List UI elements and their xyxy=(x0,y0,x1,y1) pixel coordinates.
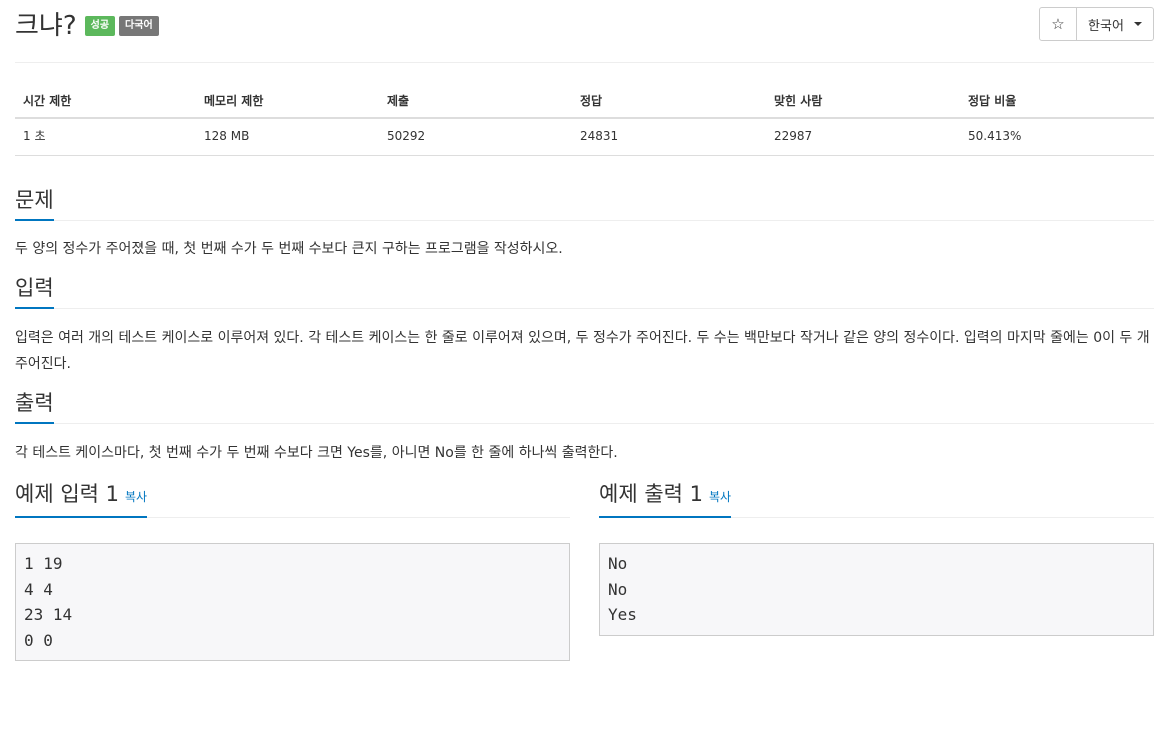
sample-output-box[interactable]: No No Yes xyxy=(599,543,1154,636)
sample-input-title-text: 예제 입력 1 xyxy=(15,482,119,506)
header-accept-ratio: 정답 비율 xyxy=(960,86,1154,119)
sample-output-title-text: 예제 출력 1 xyxy=(599,482,703,506)
header-accepted: 정답 xyxy=(572,86,766,119)
favorite-button[interactable]: ☆ xyxy=(1039,7,1077,41)
table-header-row: 시간 제한 메모리 제한 제출 정답 맞힌 사람 정답 비율 xyxy=(15,86,1154,119)
description-text: 두 양의 정수가 주어졌을 때, 첫 번째 수가 두 번째 수보다 큰지 구하는… xyxy=(15,241,563,257)
problem-title: 크냐? xyxy=(15,11,77,41)
solved-users-value: 22987 xyxy=(766,118,960,156)
input-section: 입력 입력은 여러 개의 테스트 케이스로 이루어져 있다. 각 테스트 케이스… xyxy=(15,273,1154,377)
samples-row: 예제 입력 1 복사 1 19 4 4 23 14 0 0 예제 출력 1 복사 N… xyxy=(15,482,1154,661)
header-buttons: ☆ 한국어 xyxy=(1039,7,1154,41)
header-solved-users: 맞힌 사람 xyxy=(766,86,960,119)
problem-info-table: 시간 제한 메모리 제한 제출 정답 맞힌 사람 정답 비율 1 초 128 M… xyxy=(15,86,1154,156)
output-text: 각 테스트 케이스마다, 첫 번째 수가 두 번째 수보다 크면 Yes를, 아… xyxy=(15,445,618,461)
language-label: 한국어 xyxy=(1088,18,1124,34)
problem-page: 크냐? 성공 다국어 ☆ 한국어 시간 제한 메모리 제한 제출 정답 맞힌 사… xyxy=(0,0,1169,755)
header-memory-limit: 메모리 제한 xyxy=(196,86,379,119)
input-header: 입력 xyxy=(15,273,1154,309)
sample-output-column: 예제 출력 1 복사 No No Yes xyxy=(599,482,1154,661)
star-icon: ☆ xyxy=(1051,15,1065,33)
accept-ratio-value: 50.413% xyxy=(960,118,1154,156)
sample-input-header: 예제 입력 1 복사 xyxy=(15,482,570,518)
table-row: 1 초 128 MB 50292 24831 22987 50.413% xyxy=(15,118,1154,156)
problem-header: 크냐? 성공 다국어 ☆ 한국어 xyxy=(15,0,1154,63)
description-header: 문제 xyxy=(15,185,1154,221)
sample-output-header: 예제 출력 1 복사 xyxy=(599,482,1154,518)
language-dropdown[interactable]: 한국어 xyxy=(1077,7,1154,41)
output-section: 출력 각 테스트 케이스마다, 첫 번째 수가 두 번째 수보다 크면 Yes를… xyxy=(15,388,1154,466)
caret-down-icon xyxy=(1133,22,1142,26)
description-title: 문제 xyxy=(15,187,54,221)
sample-input-box[interactable]: 1 19 4 4 23 14 0 0 xyxy=(15,543,570,661)
success-badge[interactable]: 성공 xyxy=(84,16,116,36)
output-header: 출력 xyxy=(15,388,1154,424)
sample-input-title: 예제 입력 1 복사 xyxy=(15,481,148,518)
copy-input-link[interactable]: 복사 xyxy=(125,490,147,504)
input-text: 입력은 여러 개의 테스트 케이스로 이루어져 있다. 각 테스트 케이스는 한… xyxy=(15,330,1150,372)
copy-output-link[interactable]: 복사 xyxy=(709,490,731,504)
sample-output-title: 예제 출력 1 복사 xyxy=(599,481,732,518)
sample-input-column: 예제 입력 1 복사 1 19 4 4 23 14 0 0 xyxy=(15,482,570,661)
description-section: 문제 두 양의 정수가 주어졌을 때, 첫 번째 수가 두 번째 수보다 큰지 … xyxy=(15,185,1154,262)
multilang-badge[interactable]: 다국어 xyxy=(119,16,159,36)
header-submissions: 제출 xyxy=(379,86,572,119)
time-limit-value: 1 초 xyxy=(15,118,196,156)
submissions-value: 50292 xyxy=(379,118,572,156)
input-title: 입력 xyxy=(15,275,54,309)
accepted-value: 24831 xyxy=(572,118,766,156)
output-title: 출력 xyxy=(15,390,54,424)
title-row: 크냐? 성공 다국어 xyxy=(15,10,159,42)
memory-limit-value: 128 MB xyxy=(196,118,379,156)
header-time-limit: 시간 제한 xyxy=(15,86,196,119)
